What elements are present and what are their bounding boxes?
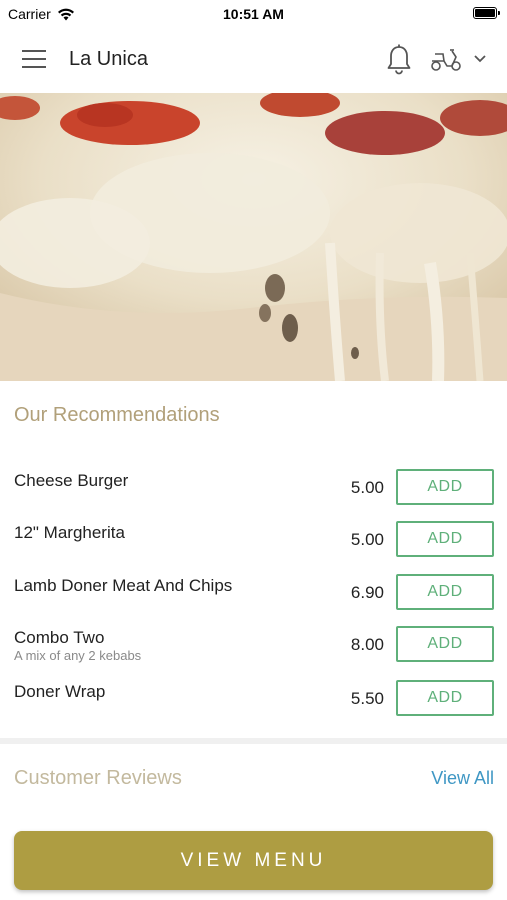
list-item: Lamb Doner Meat And Chips 6.90 ADD	[14, 574, 494, 624]
item-price: 5.00	[350, 530, 384, 549]
status-bar: Carrier 10:51 AM	[0, 0, 507, 28]
list-item: 12" Margherita 5.00 ADD	[14, 521, 494, 571]
item-price: 8.00	[350, 635, 384, 654]
add-button[interactable]: ADD	[396, 469, 494, 505]
restaurant-title: La Unica	[69, 48, 148, 70]
item-name: 12" Margherita	[14, 523, 125, 542]
item-price: 5.50	[350, 689, 384, 708]
list-item: Cheese Burger 5.00 ADD	[14, 469, 494, 519]
bell-icon[interactable]	[384, 43, 414, 77]
list-item: Combo Two A mix of any 2 kebabs 8.00 ADD	[14, 626, 494, 676]
item-price: 5.00	[350, 478, 384, 497]
item-price: 6.90	[350, 583, 384, 602]
item-name: Lamb Doner Meat And Chips	[14, 576, 233, 595]
pizza-illustration	[0, 93, 507, 381]
menu-icon[interactable]	[22, 50, 48, 70]
status-time: 10:51 AM	[223, 6, 284, 22]
item-name: Cheese Burger	[14, 471, 129, 490]
add-button[interactable]: ADD	[396, 626, 494, 662]
hero-pizza-image	[0, 93, 507, 381]
app-header: La Unica	[0, 28, 507, 92]
item-name: Combo Two	[14, 628, 105, 647]
battery-icon	[473, 7, 500, 19]
recommendations-title: Our Recommendations	[14, 404, 220, 426]
item-name: Doner Wrap	[14, 682, 106, 701]
chevron-down-icon[interactable]	[473, 54, 487, 64]
section-divider	[0, 738, 507, 744]
item-description: A mix of any 2 kebabs	[14, 648, 142, 663]
view-all-link[interactable]: View All	[431, 768, 494, 789]
delivery-scooter-icon[interactable]	[430, 45, 462, 73]
reviews-title: Customer Reviews	[14, 767, 182, 789]
view-menu-button[interactable]: VIEW MENU	[14, 831, 493, 890]
add-button[interactable]: ADD	[396, 521, 494, 557]
add-button[interactable]: ADD	[396, 574, 494, 610]
add-button[interactable]: ADD	[396, 680, 494, 716]
list-item: Doner Wrap 5.50 ADD	[14, 680, 494, 730]
